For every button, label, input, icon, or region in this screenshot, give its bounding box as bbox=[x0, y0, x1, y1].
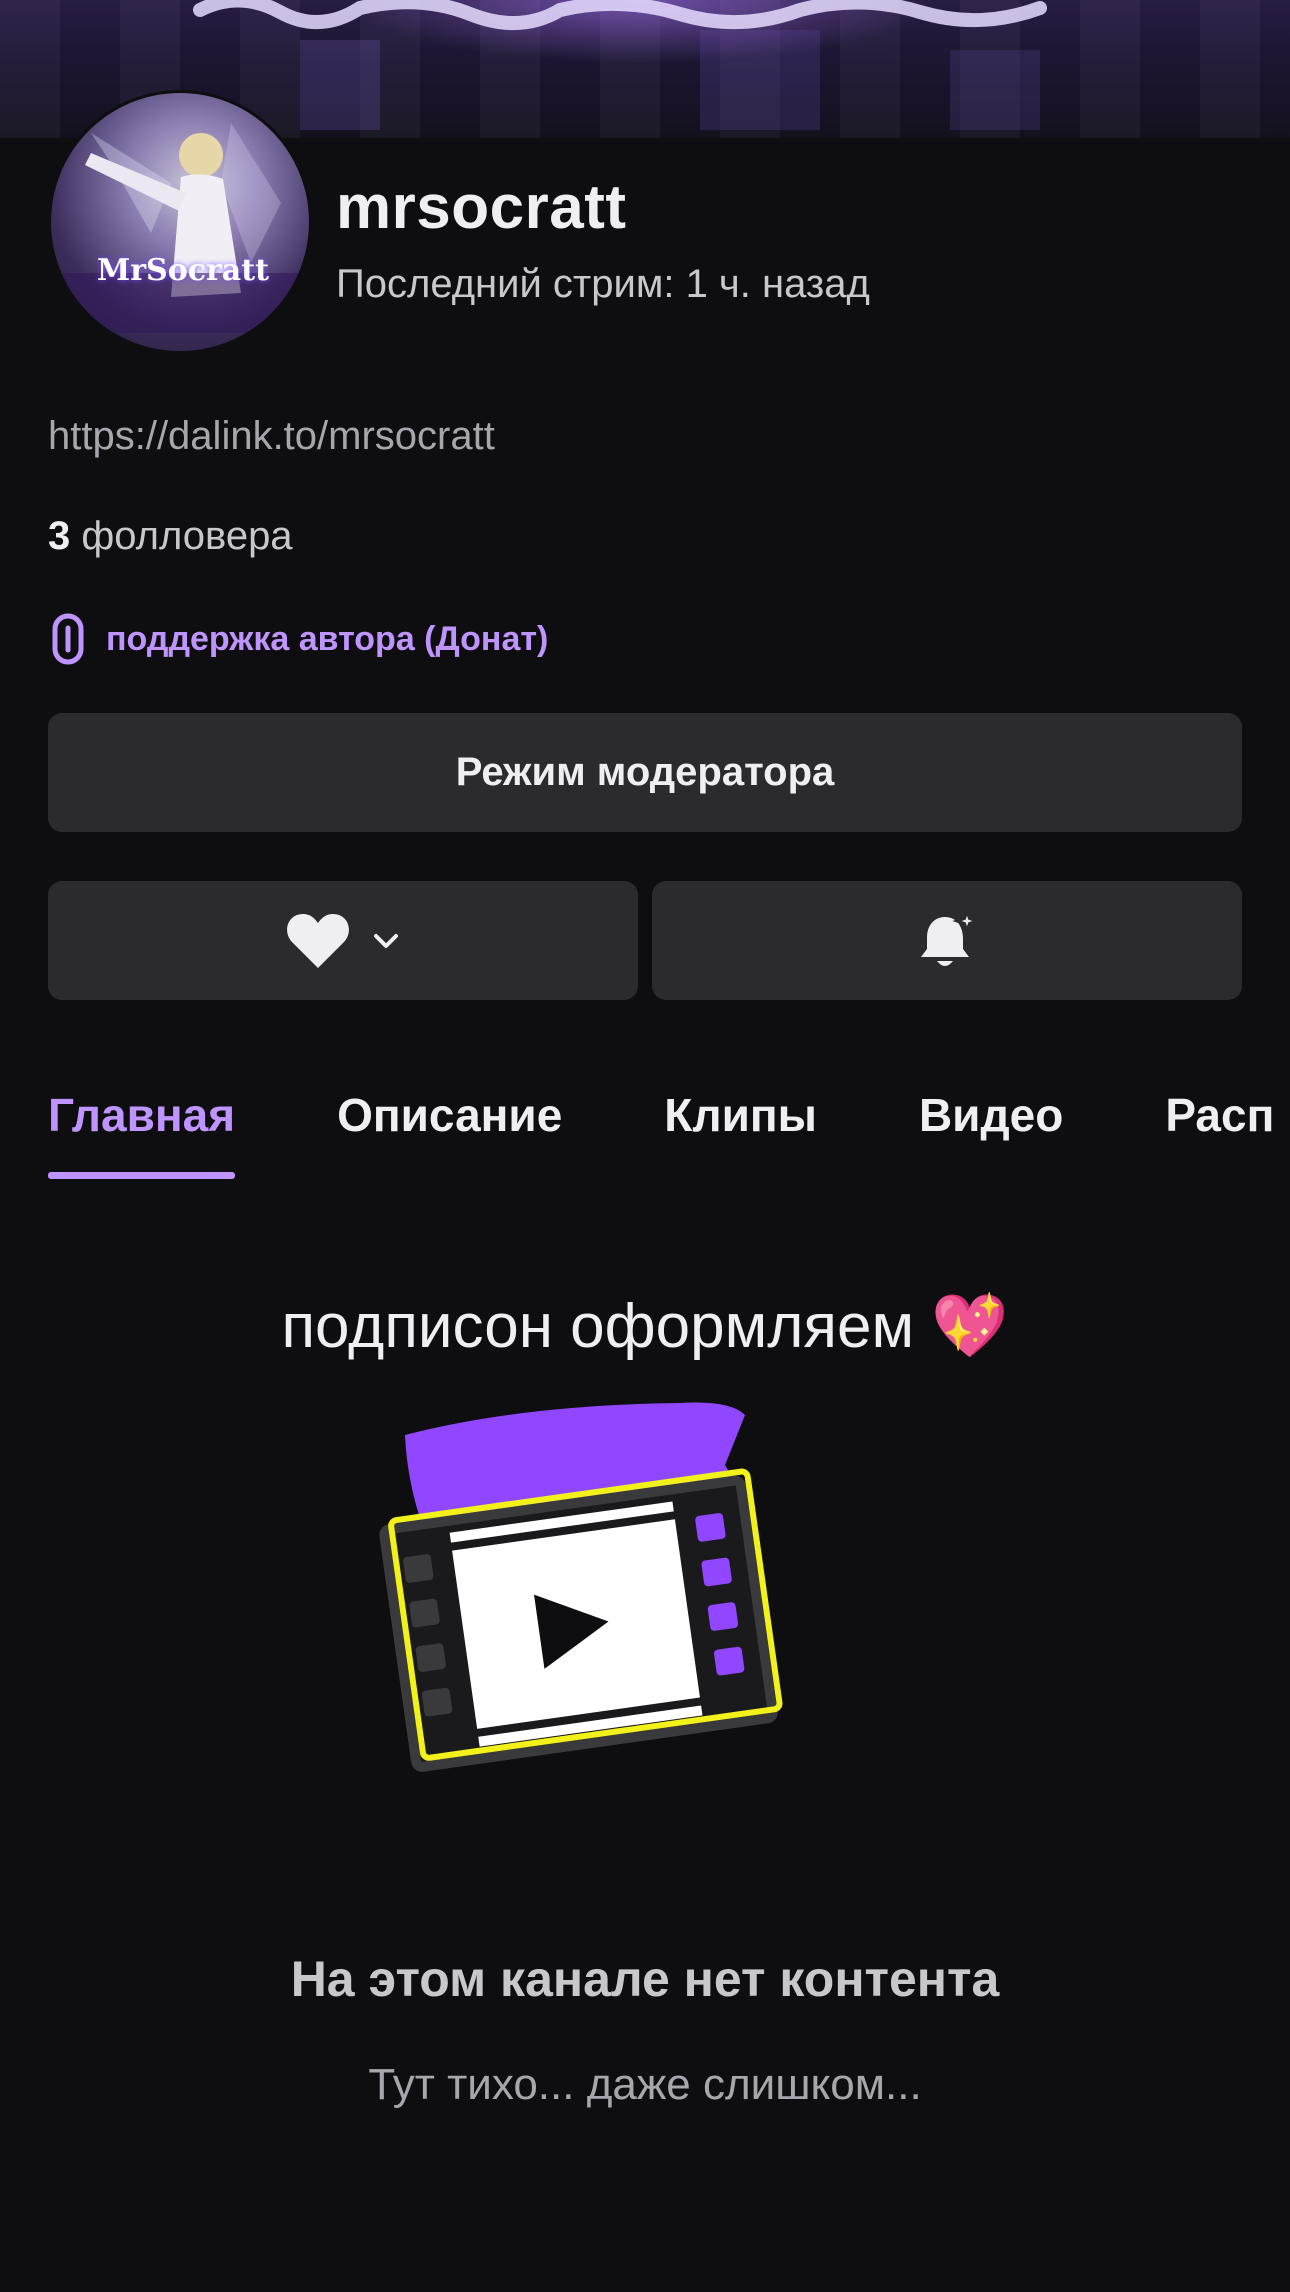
followers-label: фолловера bbox=[70, 514, 293, 558]
avatar-image bbox=[61, 123, 305, 333]
link-icon bbox=[52, 613, 84, 665]
avatar-lettering: MrSocratt bbox=[97, 253, 269, 288]
tab-schedule[interactable]: Расп bbox=[1165, 1080, 1274, 1180]
empty-video-illustration bbox=[379, 1402, 783, 1772]
moderator-mode-button[interactable]: Режим модератора bbox=[48, 713, 1242, 832]
channel-avatar[interactable]: MrSocratt bbox=[48, 90, 312, 354]
empty-state-subtitle: Тут тихо... даже слишком... bbox=[368, 2060, 922, 2109]
tab-videos[interactable]: Видео bbox=[919, 1080, 1063, 1180]
heart-icon bbox=[287, 913, 349, 968]
channel-page: MrSocratt mrsocratt Последний стрим: 1 ч… bbox=[0, 0, 1290, 2292]
donate-label: поддержка автора (Донат) bbox=[106, 619, 549, 658]
channel-headline: подписон оформляем 💖 bbox=[281, 1292, 1009, 1361]
last-stream-time: Последний стрим: 1 ч. назад bbox=[336, 262, 870, 306]
empty-state-title: На этом канале нет контента bbox=[290, 1951, 1000, 2007]
followers-number: 3 bbox=[48, 514, 71, 558]
channel-name: mrsocratt bbox=[336, 173, 627, 242]
notifications-button[interactable] bbox=[652, 881, 1242, 1000]
tab-home[interactable]: Главная bbox=[48, 1080, 236, 1180]
bell-plus-icon bbox=[921, 908, 979, 966]
channel-tabs: Главная Описание Клипы Видео Расп bbox=[48, 1080, 1290, 1180]
tab-clips[interactable]: Клипы bbox=[664, 1080, 817, 1180]
donate-link[interactable]: поддержка автора (Донат) bbox=[48, 612, 548, 666]
channel-link[interactable]: https://dalink.to/mrsocratt bbox=[48, 414, 495, 459]
chevron-down-icon bbox=[374, 933, 398, 948]
follow-button[interactable] bbox=[48, 881, 638, 1000]
tab-about[interactable]: Описание bbox=[337, 1080, 562, 1180]
followers-count: 3 фолловера bbox=[48, 514, 293, 559]
